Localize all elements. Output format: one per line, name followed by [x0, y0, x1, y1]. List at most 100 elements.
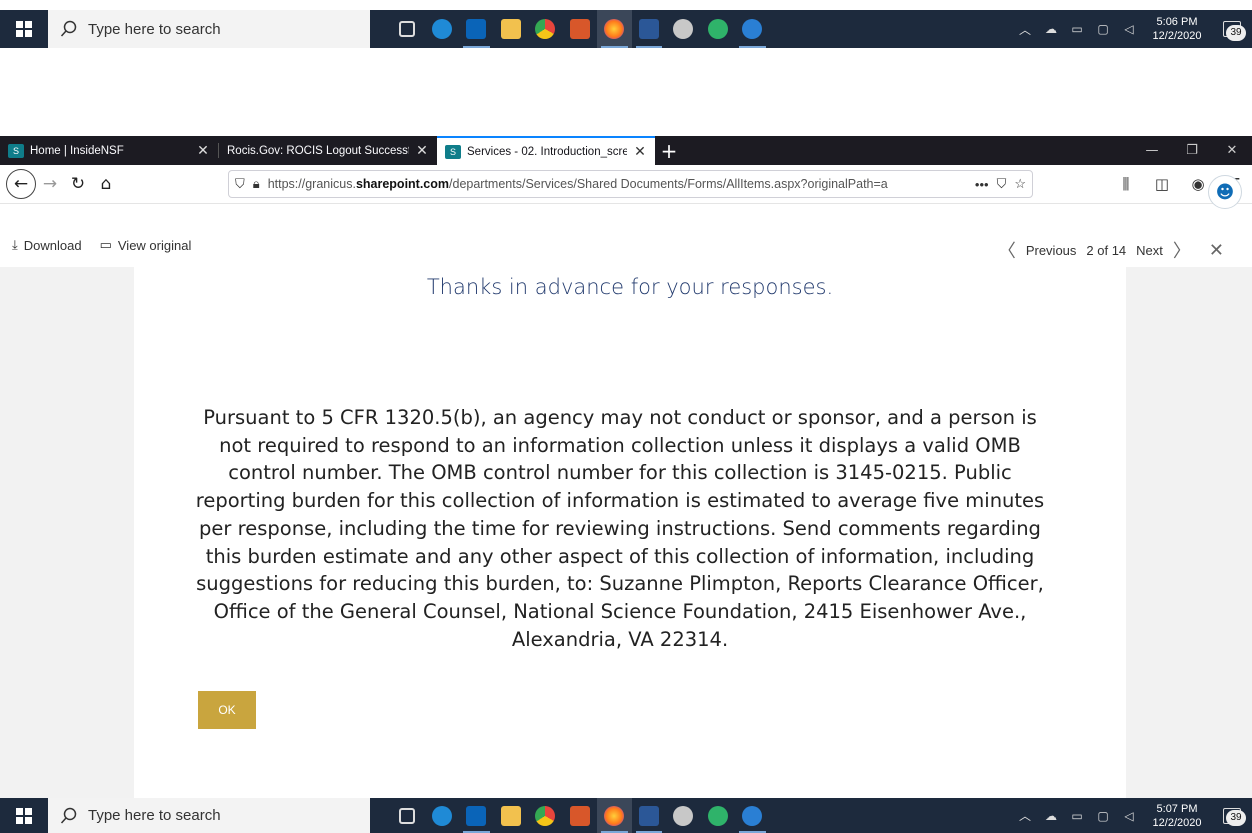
office-icon[interactable]	[563, 10, 598, 48]
task-view-icon[interactable]	[390, 10, 425, 48]
document-viewer-bar: ⤓ Download ▭ View original 〈 Previous 2 of…	[0, 175, 1252, 267]
bookmark-star-icon[interactable]: ☆	[1014, 176, 1026, 192]
task-view-icon[interactable]	[390, 798, 425, 833]
previous-button[interactable]: Previous	[1026, 243, 1077, 258]
taskbar-search-box[interactable]: Type here to search	[48, 10, 370, 48]
close-window-icon[interactable]: ✕	[1212, 136, 1252, 165]
network-icon[interactable]: ▢	[1090, 809, 1116, 823]
close-tab-icon[interactable]: ✕	[633, 143, 647, 160]
download-label: Download	[23, 237, 82, 253]
edge-icon[interactable]	[425, 798, 460, 833]
notification-count: 39	[1226, 810, 1246, 826]
file-explorer-icon[interactable]	[494, 10, 529, 48]
restore-icon[interactable]: ❐	[1172, 136, 1212, 165]
onedrive-icon[interactable]: ☁	[1038, 809, 1064, 823]
taskbar-apps	[390, 10, 770, 48]
network-icon[interactable]: ▢	[1090, 22, 1116, 36]
firefox-icon[interactable]	[597, 10, 632, 48]
firefox-icon[interactable]	[597, 798, 632, 833]
pager: 〈 Previous 2 of 14 Next 〉 ✕	[998, 237, 1224, 263]
url-bar[interactable]: ⛉ 🔒︎ https://granicus.sharepoint.com/dep…	[228, 170, 1033, 198]
tab-services-introduction[interactable]: S Services - 02. Introduction_scre ✕	[437, 136, 655, 165]
tab-title: Services - 02. Introduction_scre	[467, 145, 627, 158]
onedrive-icon[interactable]: ☁	[1038, 22, 1064, 36]
close-tab-icon[interactable]: ✕	[415, 142, 429, 159]
home-icon[interactable]: ⌂	[92, 169, 120, 199]
back-icon[interactable]: ←	[6, 169, 36, 199]
new-tab-icon[interactable]: +	[655, 136, 683, 165]
document-page: Thanks in advance for your responses. Pu…	[134, 267, 1126, 798]
chevron-up-icon[interactable]: ︿	[1012, 807, 1038, 824]
search-placeholder: Type here to search	[88, 807, 221, 824]
close-viewer-icon[interactable]: ✕	[1209, 240, 1224, 261]
word-icon[interactable]	[632, 798, 667, 833]
file-explorer-icon[interactable]	[494, 798, 529, 833]
volume-icon[interactable]: ◁	[1116, 809, 1142, 823]
outlook-icon[interactable]	[459, 10, 494, 48]
green-app-icon[interactable]	[701, 10, 736, 48]
reload-icon[interactable]: ↻	[64, 169, 92, 199]
chrome-icon[interactable]	[528, 798, 563, 833]
ok-button[interactable]: OK	[198, 691, 256, 729]
taskbar-clock[interactable]: 5:06 PM 12/2/2020	[1142, 15, 1212, 43]
window-controls: — ❐ ✕	[1132, 136, 1252, 165]
view-original-label: View original	[117, 237, 192, 253]
page-actions-icon[interactable]: •••	[975, 177, 989, 192]
chrome-icon[interactable]	[528, 10, 563, 48]
battery-icon[interactable]: ▭	[1064, 22, 1090, 36]
word-icon[interactable]	[632, 10, 667, 48]
system-tray: ︿ ☁ ▭ ▢ ◁ 5:06 PM 12/2/2020 39	[1012, 10, 1252, 48]
download-icon: ⤓	[12, 237, 18, 252]
tab-title: Rocis.Gov: ROCIS Logout Successful	[227, 144, 409, 157]
clock-time: 5:06 PM	[1156, 16, 1198, 28]
edge-icon[interactable]	[425, 10, 460, 48]
paint-icon[interactable]	[666, 798, 701, 833]
sharepoint-favicon-icon: S	[8, 143, 24, 158]
windows-start-icon[interactable]	[0, 798, 48, 833]
volume-icon[interactable]: ◁	[1116, 22, 1142, 36]
chat-app-icon[interactable]	[735, 798, 770, 833]
sidebar-icon[interactable]: ◫	[1144, 175, 1180, 193]
office-icon[interactable]	[563, 798, 598, 833]
pocket-icon[interactable]: ⛉	[997, 176, 1007, 192]
windows-start-icon[interactable]	[0, 10, 48, 48]
shield-icon[interactable]: ⛉	[235, 176, 245, 192]
tab-home-insidensf[interactable]: S Home | InsideNSF ✕	[0, 136, 218, 165]
download-button[interactable]: ⤓ Download	[12, 237, 82, 253]
outlook-icon[interactable]	[459, 798, 494, 833]
forward-icon[interactable]: →	[36, 169, 64, 199]
url-text[interactable]: https://granicus.sharepoint.com/departme…	[268, 177, 967, 191]
chevron-up-icon[interactable]: ︿	[1012, 21, 1038, 38]
taskbar-search-box[interactable]: Type here to search	[48, 798, 370, 833]
notification-center-icon[interactable]: 39	[1212, 798, 1252, 833]
taskbar-bottom: Type here to search ︿ ☁ ▭ ▢ ◁ 5:07 PM 12…	[0, 798, 1252, 833]
browser-tab-bar: S Home | InsideNSF ✕ Rocis.Gov: ROCIS Lo…	[0, 136, 1252, 165]
tab-title: Home | InsideNSF	[30, 144, 124, 157]
paint-icon[interactable]	[666, 10, 701, 48]
next-button[interactable]: Next	[1136, 243, 1163, 258]
chat-app-icon[interactable]	[735, 10, 770, 48]
taskbar-top: Type here to search ︿ ☁ ▭ ▢ ◁ 5:06 PM 12…	[0, 10, 1252, 48]
chevron-right-icon[interactable]: 〉	[1173, 237, 1191, 263]
taskbar-apps	[390, 798, 770, 833]
search-icon	[60, 807, 77, 824]
page-counter: 2 of 14	[1086, 242, 1127, 258]
notification-center-icon[interactable]: 39	[1212, 10, 1252, 48]
taskbar-clock[interactable]: 5:07 PM 12/2/2020	[1142, 802, 1212, 830]
monitor-icon: ▭	[99, 237, 112, 252]
library-icon[interactable]: ⫼	[1108, 175, 1144, 193]
clock-date: 12/2/2020	[1152, 30, 1202, 42]
battery-icon[interactable]: ▭	[1064, 809, 1090, 823]
tab-rocis-logout[interactable]: Rocis.Gov: ROCIS Logout Successful ✕	[219, 136, 437, 165]
lock-icon[interactable]: 🔒︎	[253, 176, 260, 192]
close-tab-icon[interactable]: ✕	[196, 142, 210, 159]
chat-assistant-icon[interactable]: ☻	[1208, 175, 1242, 209]
green-app-icon[interactable]	[701, 798, 736, 833]
sharepoint-favicon-icon: S	[445, 144, 461, 159]
search-placeholder: Type here to search	[88, 20, 221, 38]
clock-time: 5:07 PM	[1156, 802, 1198, 815]
notification-count: 39	[1226, 25, 1246, 41]
chevron-left-icon[interactable]: 〈	[998, 237, 1016, 263]
view-original-button[interactable]: ▭ View original	[100, 237, 192, 253]
minimize-icon[interactable]: —	[1132, 136, 1172, 165]
